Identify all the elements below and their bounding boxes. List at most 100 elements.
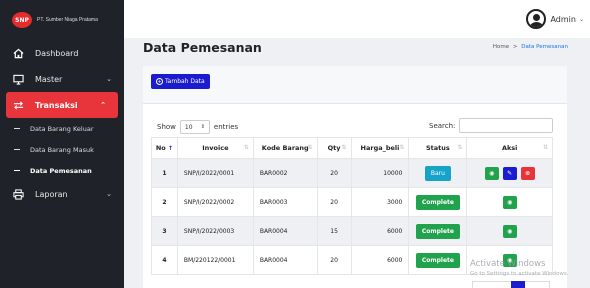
top-bar: Admin ⌄ xyxy=(124,0,590,38)
cell-kode-barang: BAR0002 xyxy=(252,158,318,188)
view-button[interactable]: ◉ xyxy=(484,166,499,180)
orders-table: No ↑ Invoice ⇅ Kode Barang ⇅ Qty ⇅ Harga_be… xyxy=(151,137,553,275)
sort-icon: ⇅ xyxy=(542,144,548,151)
user-menu[interactable]: Admin ⌄ xyxy=(526,9,584,29)
sidebar-item-master[interactable]: Master ⌄ xyxy=(0,66,124,92)
column-label: Kode Barang xyxy=(261,144,309,152)
sidebar-subitem-label: Data Barang Keluar xyxy=(30,124,94,133)
exchange-icon xyxy=(12,99,24,111)
status-badge: Complete xyxy=(415,223,460,239)
add-data-button[interactable]: + Tambah Data xyxy=(151,74,210,89)
chevron-down-icon: ⌄ xyxy=(106,75,112,83)
cell-harga-beli: 6000 xyxy=(350,216,410,246)
brand-name: PT. Sumber Niaga Pratama xyxy=(37,17,98,23)
user-name: Admin xyxy=(550,14,576,24)
cell-kode-barang: BAR0003 xyxy=(252,187,318,217)
column-header-harga-beli[interactable]: Harga_beli ⇅ xyxy=(350,137,410,159)
table-row: 2 SNP/I/2022/0002 BAR0003 20 3000 Comple… xyxy=(151,187,553,217)
show-label: Show xyxy=(157,123,176,131)
sidebar-item-label: Dashboard xyxy=(35,48,79,58)
sort-icon: ⇅ xyxy=(457,144,463,151)
column-header-aksi[interactable]: Aksi ⇅ xyxy=(466,137,553,159)
sort-icon: ⇅ xyxy=(341,144,347,151)
column-header-kode-barang[interactable]: Kode Barang ⇅ xyxy=(252,137,318,159)
column-header-status[interactable]: Status ⇅ xyxy=(408,137,468,159)
sidebar-subitem-label: Data Pemesanan xyxy=(30,166,92,175)
logo-text: SNP xyxy=(15,16,29,24)
sort-icon: ⇅ xyxy=(307,144,313,151)
entries-select[interactable]: 10 ⇕ xyxy=(179,120,210,134)
page-title: Data Pemesanan xyxy=(143,40,262,55)
chevron-down-icon: ⌄ xyxy=(578,15,584,23)
card-header: + Tambah Data xyxy=(143,66,567,104)
delete-button[interactable]: ⊗ xyxy=(520,166,535,180)
table-header-row: No ↑ Invoice ⇅ Kode Barang ⇅ Qty ⇅ Harga_be… xyxy=(151,137,553,159)
sidebar-subitem-data-pemesanan[interactable]: Data Pemesanan xyxy=(0,160,124,181)
sort-icon: ⇅ xyxy=(399,144,405,151)
cell-invoice: SNP/I/2022/0003 xyxy=(176,216,254,246)
select-arrows-icon: ⇕ xyxy=(200,124,205,130)
sidebar-item-laporan[interactable]: Laporan ⌄ xyxy=(0,181,124,207)
cell-aksi: ◉ ✎ ⊗ xyxy=(466,158,553,188)
sidebar-item-dashboard[interactable]: Dashboard xyxy=(0,40,124,66)
table-row: 3 SNP/I/2022/0003 BAR0004 15 6000 Comple… xyxy=(151,216,553,246)
sidebar-subitem-data-barang-masuk[interactable]: Data Barang Masuk xyxy=(0,139,124,160)
eye-icon: ◉ xyxy=(489,169,495,177)
cell-status: Complete xyxy=(408,187,468,217)
view-button[interactable]: ◉ xyxy=(502,195,517,209)
column-header-no[interactable]: No ↑ xyxy=(151,137,178,159)
chevron-down-icon: ⌄ xyxy=(106,190,112,198)
plus-circle-icon: + xyxy=(156,78,163,85)
column-label: Harga_beli xyxy=(360,144,400,152)
chevron-up-icon: ⌃ xyxy=(100,101,106,109)
activate-windows-hint: Go to Settings to activate Windows. xyxy=(470,271,569,277)
entries-value: 10 xyxy=(184,123,193,131)
status-badge: Complete xyxy=(415,252,460,268)
column-label: Status xyxy=(425,144,450,152)
close-circle-icon: ⊗ xyxy=(525,169,531,177)
sidebar-item-label: Master xyxy=(35,74,63,84)
search-input[interactable] xyxy=(459,118,554,133)
cell-invoice: SNP/I/2022/0001 xyxy=(176,158,254,188)
cell-aksi: ◉ xyxy=(466,187,553,217)
column-label: Aksi xyxy=(501,144,518,152)
sidebar-item-transaksi[interactable]: Transaksi ⌃ xyxy=(6,92,118,118)
cell-status: Complete xyxy=(408,245,468,275)
column-label: No xyxy=(155,144,166,152)
dash-icon xyxy=(14,170,20,171)
cell-qty: 20 xyxy=(316,187,352,217)
cell-invoice: BM/220122/0001 xyxy=(176,245,254,275)
breadcrumb-separator: > xyxy=(512,44,518,50)
column-header-qty[interactable]: Qty ⇅ xyxy=(316,137,352,159)
cell-no: 3 xyxy=(151,216,178,246)
cell-no: 1 xyxy=(151,158,178,188)
column-header-invoice[interactable]: Invoice ⇅ xyxy=(176,137,254,159)
breadcrumb-current: Data Pemesanan xyxy=(521,44,568,50)
cell-invoice: SNP/I/2022/0002 xyxy=(176,187,254,217)
sidebar-subitem-data-barang-keluar[interactable]: Data Barang Keluar xyxy=(0,118,124,139)
data-card: + Tambah Data Show 10 ⇕ entries Search: … xyxy=(143,66,567,288)
cell-status: Baru xyxy=(408,158,468,188)
add-data-label: Tambah Data xyxy=(165,78,205,85)
sort-icon: ⇅ xyxy=(243,144,249,151)
entries-label: entries xyxy=(213,123,239,131)
cell-qty: 20 xyxy=(316,158,352,188)
sidebar-subitem-label: Data Barang Masuk xyxy=(30,145,94,154)
brand[interactable]: SNP PT. Sumber Niaga Pratama xyxy=(0,0,124,40)
column-label: Invoice xyxy=(202,144,229,152)
cell-no: 2 xyxy=(151,187,178,217)
edit-button[interactable]: ✎ xyxy=(502,166,517,180)
column-label: Qty xyxy=(327,144,341,152)
search-control: Search: xyxy=(429,118,554,133)
cell-kode-barang: BAR0004 xyxy=(252,245,318,275)
status-badge: Baru xyxy=(424,165,451,181)
breadcrumb: Home > Data Pemesanan xyxy=(493,44,568,50)
view-button[interactable]: ◉ xyxy=(502,224,517,238)
cell-aksi: ◉ xyxy=(466,216,553,246)
pagination-current-page[interactable] xyxy=(511,281,525,288)
search-label: Search: xyxy=(429,121,456,130)
status-badge: Complete xyxy=(415,194,460,210)
breadcrumb-home[interactable]: Home xyxy=(493,44,509,50)
eye-icon: ◉ xyxy=(507,227,513,235)
dash-icon xyxy=(14,149,20,150)
